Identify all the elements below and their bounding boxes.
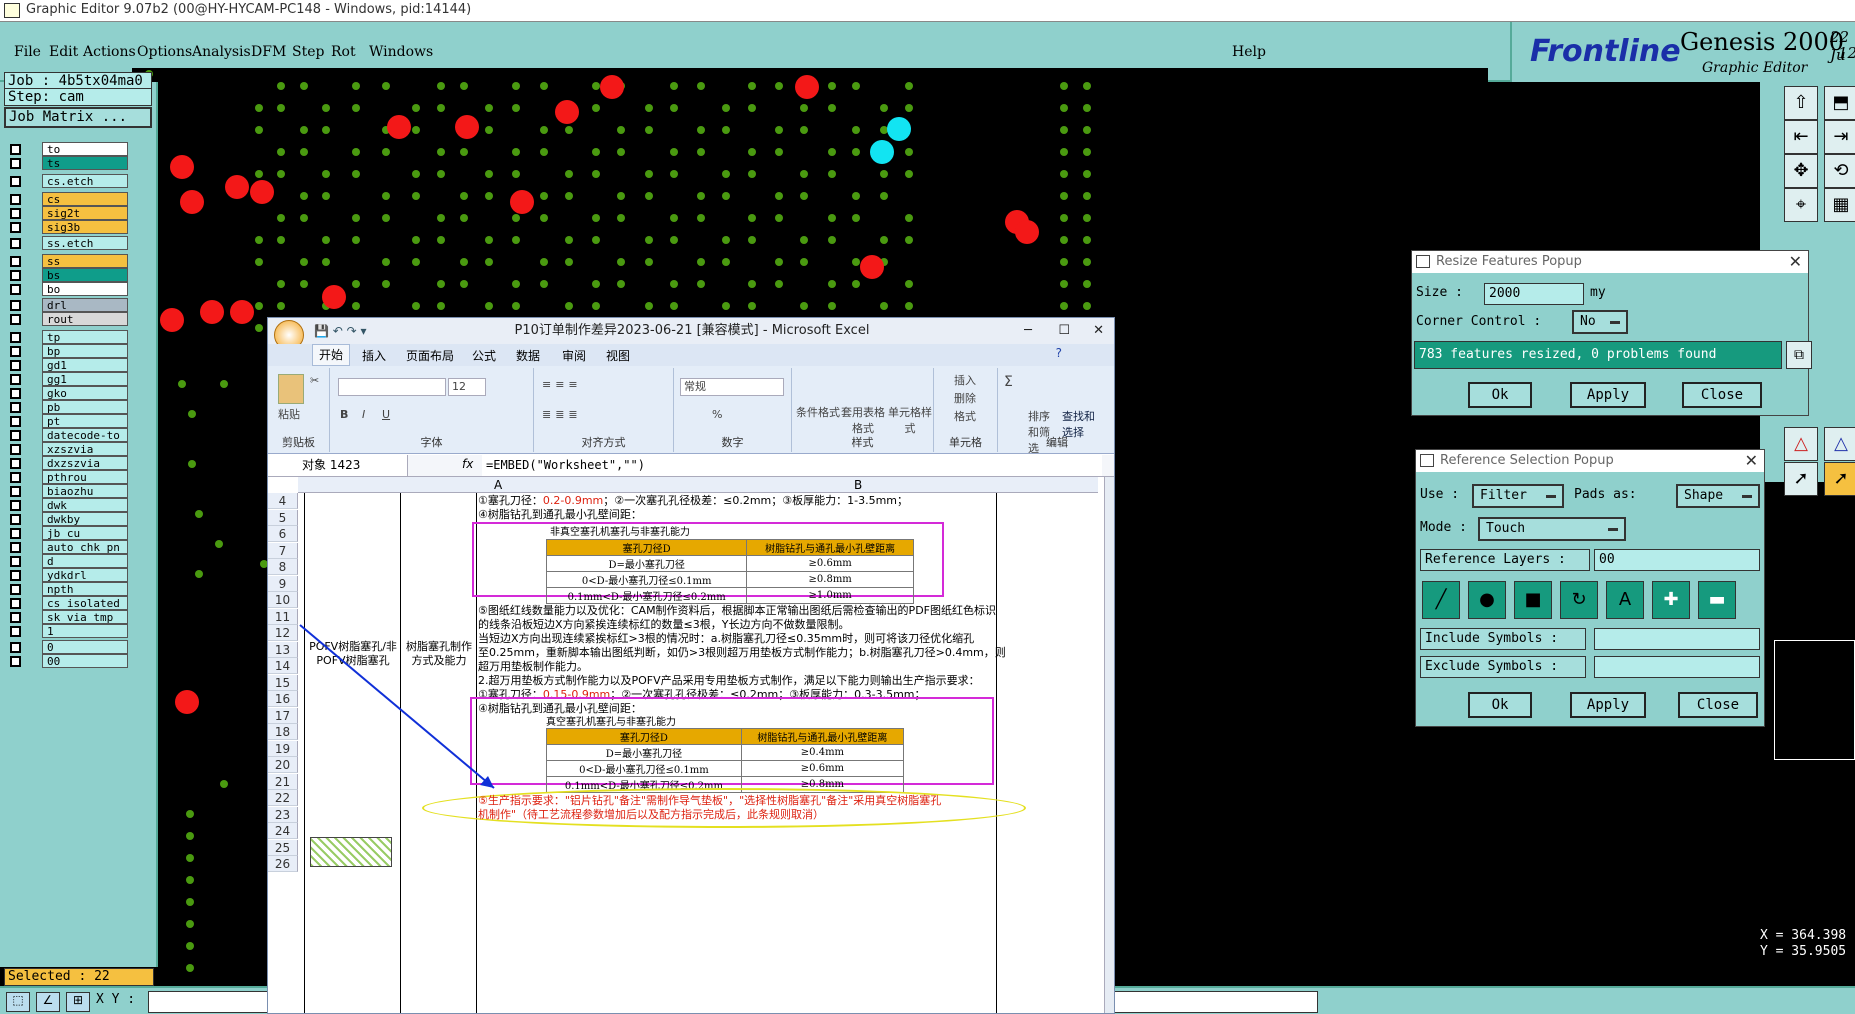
blue-arrow-annotation [299, 624, 495, 789]
